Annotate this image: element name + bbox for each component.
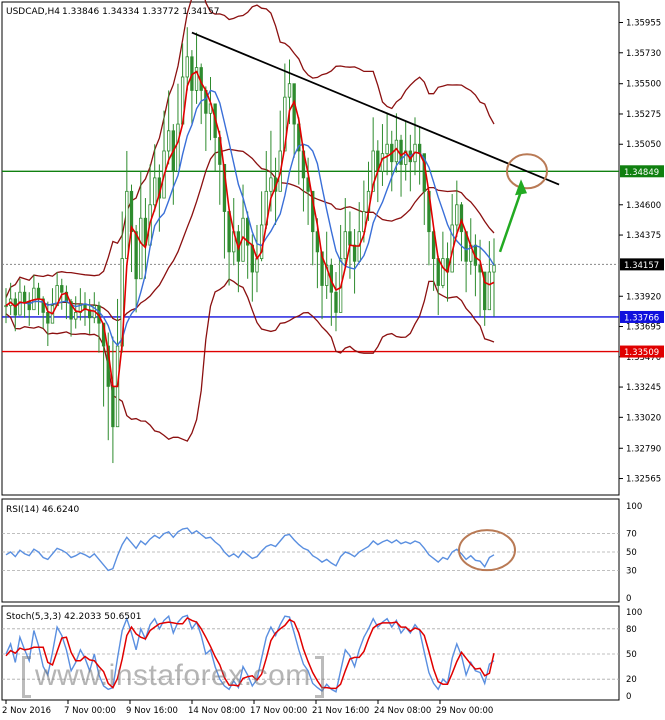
x-label-3: 14 Nov 08:00 xyxy=(188,706,245,716)
x-label-4: 17 Nov 00:00 xyxy=(250,706,307,716)
watermark-bracket-right xyxy=(314,656,324,698)
rsi-y-label-4: 0 xyxy=(626,594,631,604)
level-label-2: 1.33766 xyxy=(624,313,659,323)
price-y-label-0: 1.35955 xyxy=(626,19,661,29)
x-label-6: 24 Nov 08:00 xyxy=(374,706,431,716)
price-y-label-11: 1.33020 xyxy=(626,413,661,423)
candle-body-7 xyxy=(36,287,41,300)
level-label-3: 1.33509 xyxy=(624,348,659,358)
x-label-1: 7 Nov 00:00 xyxy=(64,706,116,716)
candle-body-28 xyxy=(134,231,138,280)
rsi-panel xyxy=(1,498,620,603)
price-y-label-12: 1.32790 xyxy=(626,444,661,454)
price-y-label-13: 1.32565 xyxy=(626,475,661,485)
watermark-text: www.instaforex.com xyxy=(35,658,311,692)
candle-body-23 xyxy=(111,385,115,428)
candle-body-54 xyxy=(255,258,259,273)
candle-body-27 xyxy=(129,190,134,233)
candle-body-105 xyxy=(492,264,496,273)
candle-body-74 xyxy=(348,231,352,246)
price-y-label-7: 1.33920 xyxy=(626,292,661,302)
candle-body-15 xyxy=(74,311,78,320)
level-label-1: 1.34157 xyxy=(624,261,659,271)
candle-body-93 xyxy=(436,258,440,286)
stoch-y-label-4: 0 xyxy=(626,692,631,702)
candle-body-71 xyxy=(334,291,338,313)
x-label-7: 29 Nov 00:00 xyxy=(436,706,493,716)
candle-body-32 xyxy=(153,177,157,206)
candle-body-12 xyxy=(60,285,64,293)
price-header: USDCAD,H4 xyxy=(6,7,60,17)
level-label-0: 1.34849 xyxy=(624,168,659,178)
stoch-header: Stoch(5,3,3) 42.2033 50.6501 xyxy=(6,612,141,622)
candle-body-48 xyxy=(227,211,231,253)
rsi-y-label-3: 30 xyxy=(626,566,637,576)
candle-body-9 xyxy=(46,311,50,324)
stoch-y-label-0: 100 xyxy=(626,608,642,618)
stoch-y-label-3: 20 xyxy=(626,675,637,685)
price-y-label-5: 1.34600 xyxy=(626,201,661,211)
watermark-bracket-left xyxy=(22,656,31,698)
candle-body-97 xyxy=(455,204,459,226)
price-y-label-2: 1.35500 xyxy=(626,80,661,90)
candle-body-73 xyxy=(343,231,347,259)
chart-svg: 1.35955 1.35730 1.35500 1.35275 1.35050 1.346… xyxy=(1,0,664,716)
candle-body-39 xyxy=(185,56,189,78)
rsi-y-label-0: 100 xyxy=(626,502,642,512)
price-y-label-8: 1.33695 xyxy=(626,323,661,333)
stoch-y-label-1: 80 xyxy=(626,625,637,635)
candle-body-82 xyxy=(385,143,389,155)
price-y-label-4: 1.35050 xyxy=(626,140,661,150)
price-y-label-10: 1.33245 xyxy=(626,383,661,393)
candle-body-94 xyxy=(441,258,445,286)
price-ohlc: 1.33846 1.34334 1.33772 1.34157 xyxy=(62,7,219,17)
watermark: www.instaforex.com xyxy=(18,656,363,704)
rsi-y-label-2: 50 xyxy=(626,548,637,558)
candle-body-61 xyxy=(287,83,292,98)
price-y-label-1: 1.35730 xyxy=(626,49,661,59)
x-label-0: 2 Nov 2016 xyxy=(2,706,51,716)
candle-body-104 xyxy=(487,271,492,311)
candle-body-26 xyxy=(125,190,129,259)
rsi-header: RSI(14) 46.6240 xyxy=(6,505,79,515)
candle-body-57 xyxy=(269,177,273,192)
x-label-5: 21 Nov 16:00 xyxy=(312,706,369,716)
stoch-y-label-2: 50 xyxy=(626,650,637,660)
x-label-2: 9 Nov 16:00 xyxy=(126,706,178,716)
candle-body-35 xyxy=(167,130,171,152)
price-y-label-6: 1.34375 xyxy=(626,231,661,241)
candle-body-29 xyxy=(139,217,143,280)
candle-body-37 xyxy=(176,123,180,172)
price-y-label-3: 1.35275 xyxy=(626,110,661,120)
candle-body-4 xyxy=(22,291,27,303)
rsi-y-label-1: 70 xyxy=(626,530,637,540)
candle-body-75 xyxy=(352,244,357,262)
